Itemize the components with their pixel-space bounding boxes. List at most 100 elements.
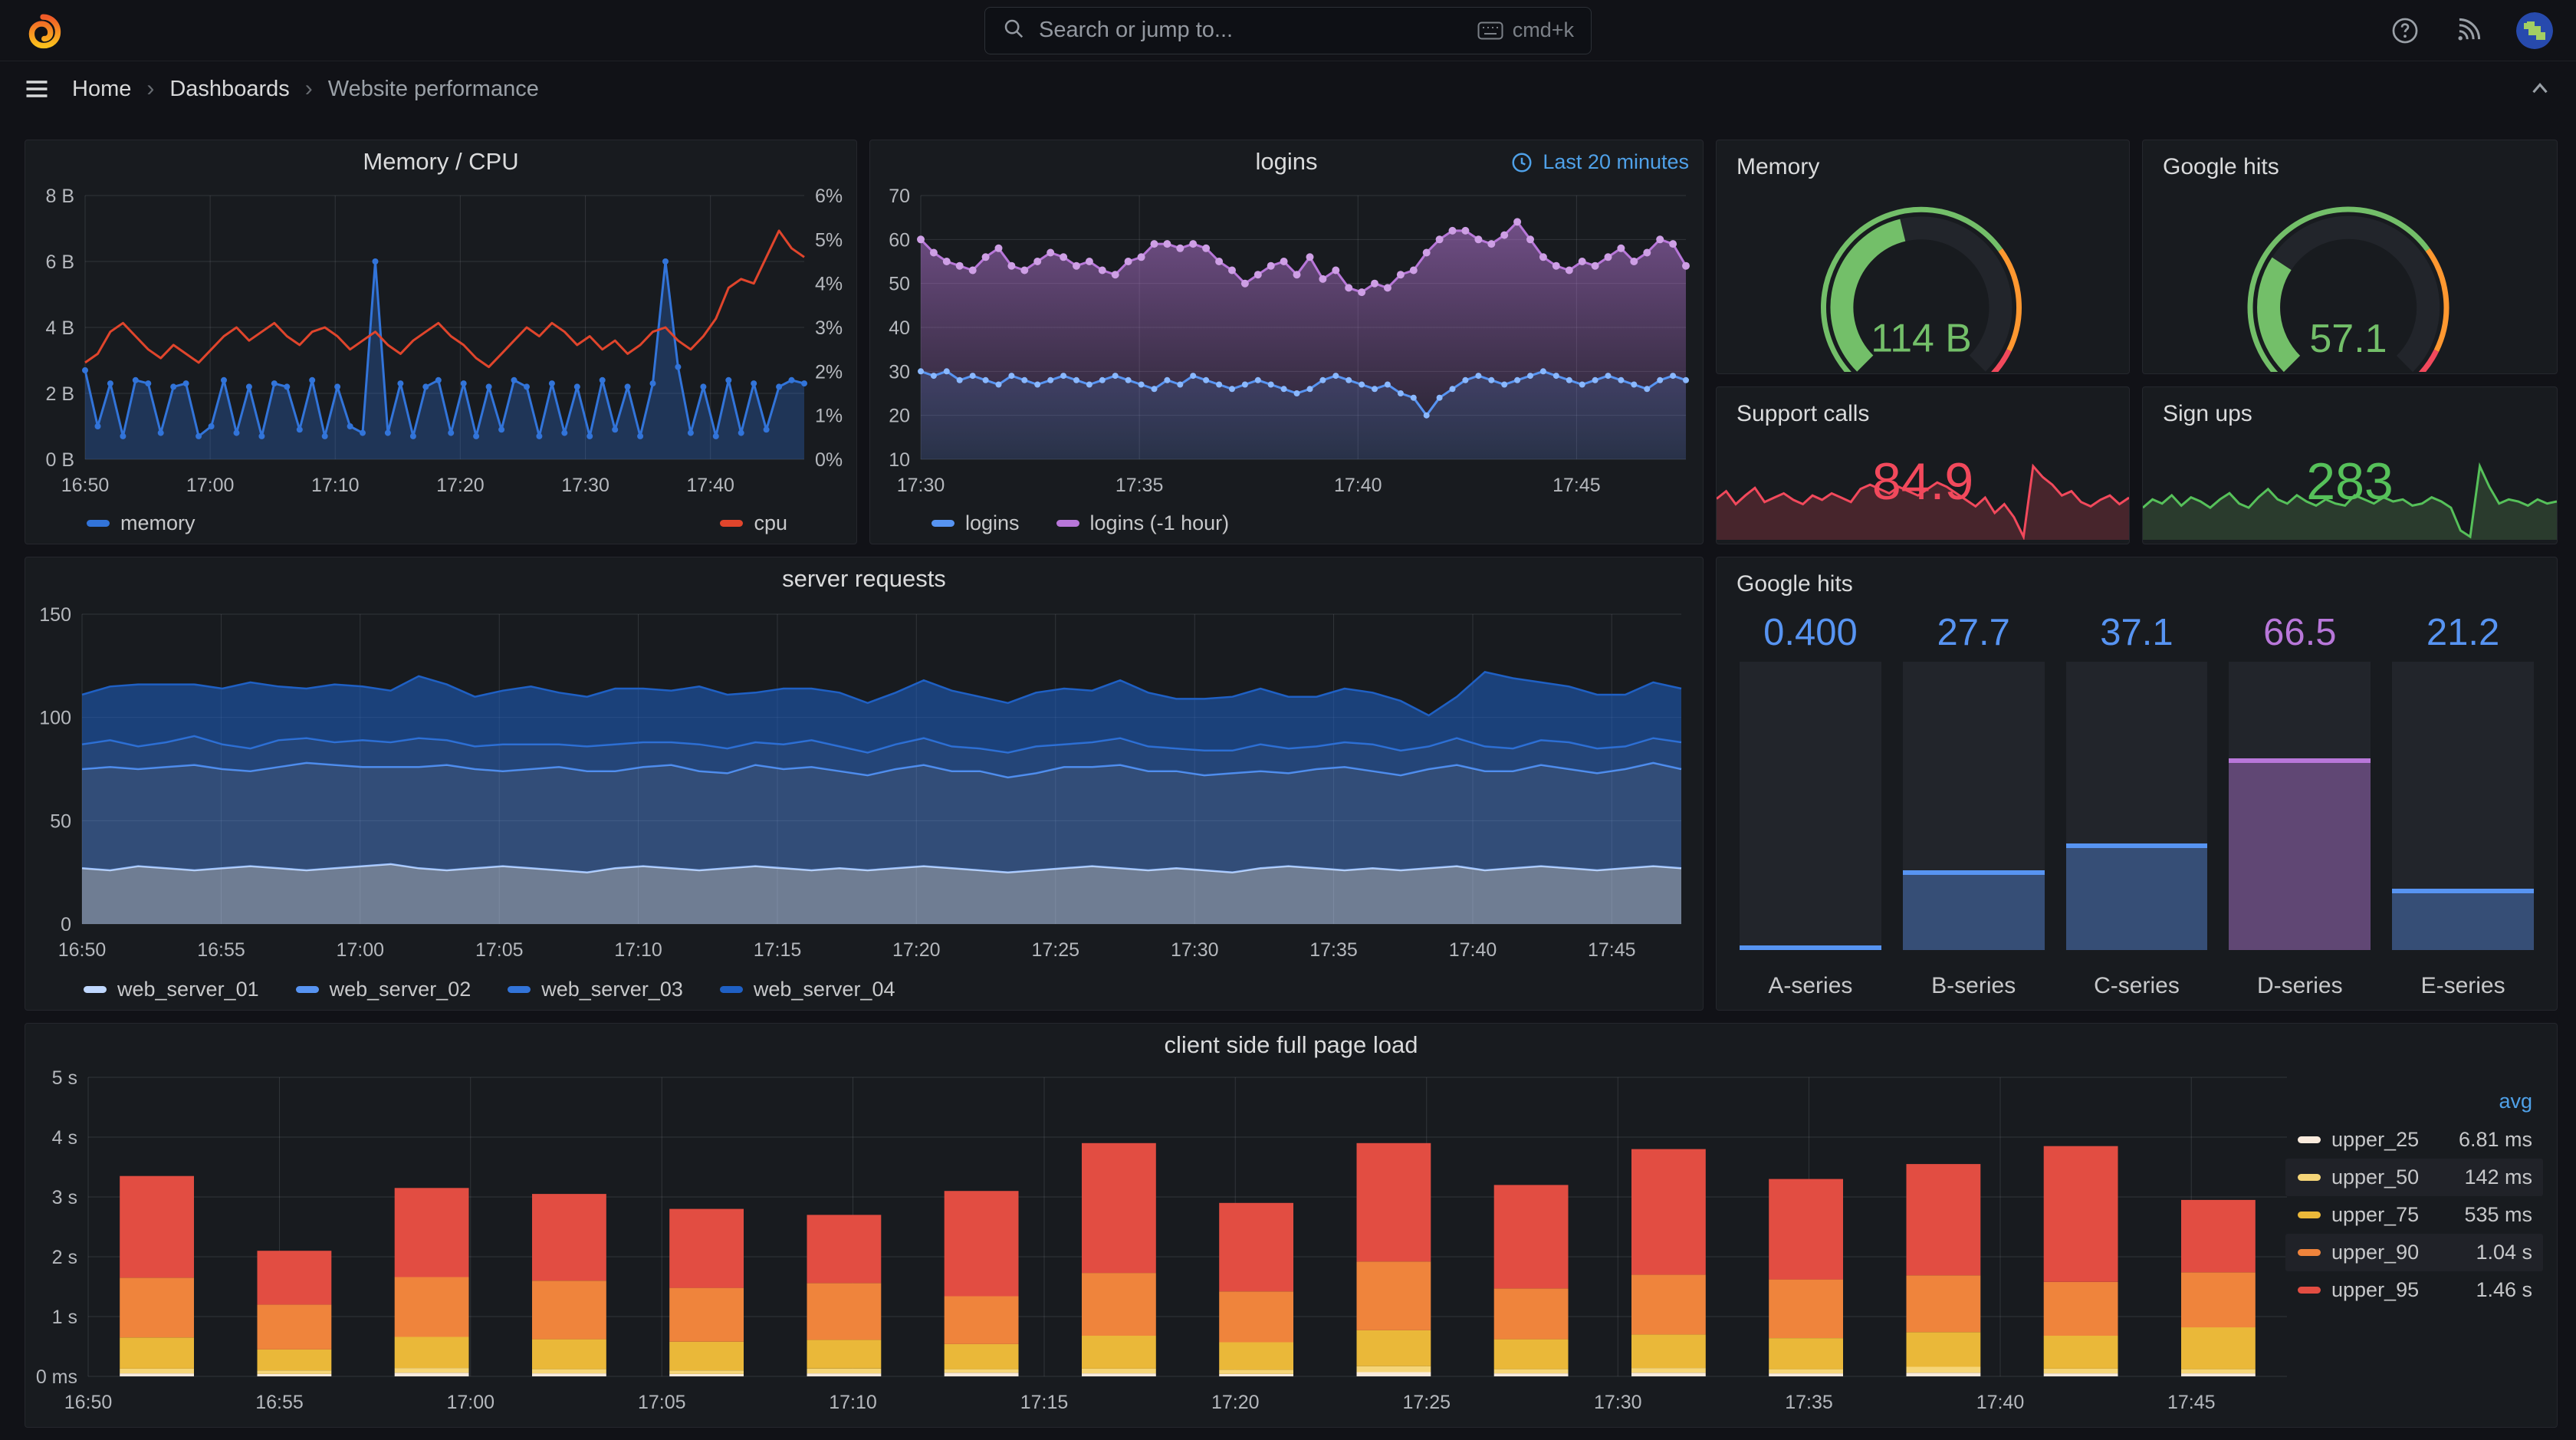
legend-swatch	[2298, 1174, 2321, 1181]
legend-swatch	[719, 985, 743, 993]
logins-chart[interactable]: 70 60 50 40 30 20 10 17:30 17:35 17:40 17:45	[870, 183, 1703, 503]
memory-cpu-chart[interactable]: 8 B 6 B 4 B 2 B 0 B 6% 5% 4% 3% 2% 1% 0% 16:50 17:00 1…	[25, 183, 856, 503]
legend-swatch	[295, 985, 319, 993]
svg-text:100: 100	[39, 708, 71, 729]
breadcrumb-dashboards[interactable]: Dashboards	[169, 77, 289, 102]
panel-title[interactable]: server requests	[25, 557, 1703, 600]
chevron-up-icon[interactable]	[2527, 76, 2553, 102]
legend-avg-value: 1.04 s	[2476, 1241, 2532, 1264]
legend-swatch	[2298, 1212, 2321, 1218]
bar-gauge-E-series[interactable]: 21.2 E-series	[2392, 608, 2534, 999]
legend-avg-value: 142 ms	[2464, 1165, 2532, 1188]
search-icon	[1002, 17, 1025, 44]
bar-gauge-track	[1902, 662, 2045, 950]
legend-item-logins[interactable]: logins	[932, 511, 1020, 535]
legend-label: web_server_02	[329, 977, 472, 1001]
panel-title[interactable]: Memory	[1737, 154, 1819, 180]
svg-text:0%: 0%	[815, 449, 843, 471]
legend-label: web_server_04	[753, 977, 895, 1001]
legend-swatch	[2298, 1249, 2321, 1256]
svg-text:17:25: 17:25	[1031, 939, 1079, 961]
stat-value: 283	[2306, 452, 2394, 511]
svg-text:2%: 2%	[815, 361, 843, 383]
svg-text:20: 20	[889, 406, 910, 427]
bar-gauge-C-series[interactable]: 37.1 C-series	[2065, 608, 2208, 999]
svg-text:6%: 6%	[815, 186, 843, 207]
legend-label: upper_25	[2331, 1128, 2420, 1151]
svg-text:16:50: 16:50	[64, 1392, 113, 1413]
svg-text:17:30: 17:30	[1594, 1392, 1642, 1413]
svg-text:17:05: 17:05	[475, 939, 524, 961]
legend-item-web_server_01[interactable]: web_server_01	[84, 978, 259, 1001]
panel-title[interactable]: Support calls	[1737, 401, 1869, 427]
search-placeholder: Search or jump to...	[1039, 18, 1234, 42]
breadcrumb-separator: ›	[146, 76, 155, 101]
svg-text:17:10: 17:10	[311, 475, 360, 496]
search-input[interactable]: Search or jump to... cmd+k	[984, 6, 1592, 54]
legend-item-cpu[interactable]: cpu	[720, 511, 787, 535]
help-icon[interactable]	[2390, 16, 2420, 45]
news-rss-icon[interactable]	[2453, 16, 2482, 45]
legend-item-upper_75[interactable]: upper_75 535 ms	[2285, 1196, 2543, 1234]
panel-logins: logins Last 20 minutes 70 60 50 40 30 20 10 17:…	[869, 140, 1704, 544]
client-page-load-chart[interactable]: 5 s 4 s 3 s 2 s 1 s 0 ms 16:50 16:55 17:00 17:05 1…	[25, 1067, 2557, 1426]
breadcrumb-separator: ›	[304, 76, 313, 101]
legend-item-web_server_02[interactable]: web_server_02	[295, 977, 472, 1001]
legend-item-web_server_04[interactable]: web_server_04	[719, 977, 895, 1001]
legend-swatch	[1056, 519, 1079, 527]
legend-item-memory[interactable]: memory	[87, 511, 196, 535]
svg-text:17:30: 17:30	[561, 475, 610, 496]
svg-text:17:20: 17:20	[436, 475, 485, 496]
legend-item-upper_90[interactable]: upper_90 1.04 s	[2285, 1234, 2543, 1271]
panel-title[interactable]: client side full page load	[25, 1024, 2557, 1067]
svg-text:17:30: 17:30	[1171, 939, 1219, 961]
dashboard-grid: Memory / CPU 8 B 6 B 4 B 2 B 0 B 6% 5% 4% 3% 2% 1%…	[0, 117, 2576, 1440]
panel-google-hits-bars: Google hits 0.400 A-series 27.7 B-series 37.…	[1716, 557, 2558, 1011]
bar-gauge-label: C-series	[2094, 973, 2180, 998]
time-range-picker[interactable]: Last 20 minutes	[1510, 150, 1689, 174]
bar-gauge-label: B-series	[1931, 973, 2016, 998]
svg-text:3%: 3%	[815, 317, 843, 339]
avatar[interactable]	[2516, 12, 2553, 49]
server-requests-chart[interactable]: 150 100 50 0 16:50 16:55 17:00 17:05 17:10 17:15 1…	[25, 600, 1703, 969]
legend-label: upper_75	[2331, 1203, 2420, 1226]
top-nav: Search or jump to... cmd+k	[0, 0, 2576, 61]
svg-text:0: 0	[61, 914, 71, 935]
keyboard-shortcut: cmd+k	[1477, 18, 1574, 42]
svg-text:17:35: 17:35	[1785, 1392, 1833, 1413]
svg-text:0 ms: 0 ms	[36, 1366, 77, 1388]
panel-title[interactable]: Memory / CPU	[25, 140, 856, 183]
legend-swatch	[2298, 1287, 2321, 1294]
legend-label: upper_90	[2331, 1241, 2420, 1264]
legend-item-upper_25[interactable]: upper_25 6.81 ms	[2285, 1121, 2543, 1159]
svg-text:2 B: 2 B	[45, 383, 74, 405]
svg-text:60: 60	[889, 229, 910, 251]
panel-title[interactable]: Sign ups	[2163, 401, 2252, 427]
legend-item-upper_95[interactable]: upper_95 1.46 s	[2285, 1271, 2543, 1309]
legend-avg-header[interactable]: avg	[2285, 1085, 2543, 1121]
breadcrumb-home[interactable]: Home	[72, 77, 131, 102]
legend-item-web_server_03[interactable]: web_server_03	[508, 978, 683, 1001]
bar-gauge-A-series[interactable]: 0.400 A-series	[1740, 608, 1881, 999]
svg-text:17:00: 17:00	[446, 1392, 495, 1413]
legend-swatch	[508, 985, 531, 993]
legend-item-logins-1-hour[interactable]: logins (-1 hour)	[1056, 511, 1229, 535]
svg-text:17:10: 17:10	[829, 1392, 877, 1413]
svg-text:8 B: 8 B	[45, 186, 74, 207]
bar-gauge-D-series[interactable]: 66.5 D-series	[2229, 608, 2371, 999]
bar-gauge-B-series[interactable]: 27.7 B-series	[1902, 608, 2045, 999]
svg-text:17:35: 17:35	[1116, 475, 1164, 496]
panel-client-page-load: client side full page load 5 s 4 s 3 s 2 s 1…	[25, 1023, 2558, 1428]
legend-label: web_server_03	[541, 977, 683, 1001]
panel-title[interactable]: Google hits	[1737, 571, 1853, 597]
legend-swatch	[932, 519, 955, 527]
panel-sign-ups: Sign ups 283	[2142, 386, 2558, 544]
svg-text:17:45: 17:45	[1588, 939, 1636, 961]
keyboard-icon	[1477, 21, 1503, 39]
grafana-logo[interactable]	[23, 11, 63, 51]
menu-icon[interactable]	[23, 75, 51, 103]
panel-title[interactable]: Google hits	[2163, 154, 2279, 180]
svg-text:16:50: 16:50	[58, 939, 107, 961]
legend-label: upper_95	[2331, 1278, 2420, 1301]
legend-item-upper_50[interactable]: upper_50 142 ms	[2285, 1159, 2543, 1196]
